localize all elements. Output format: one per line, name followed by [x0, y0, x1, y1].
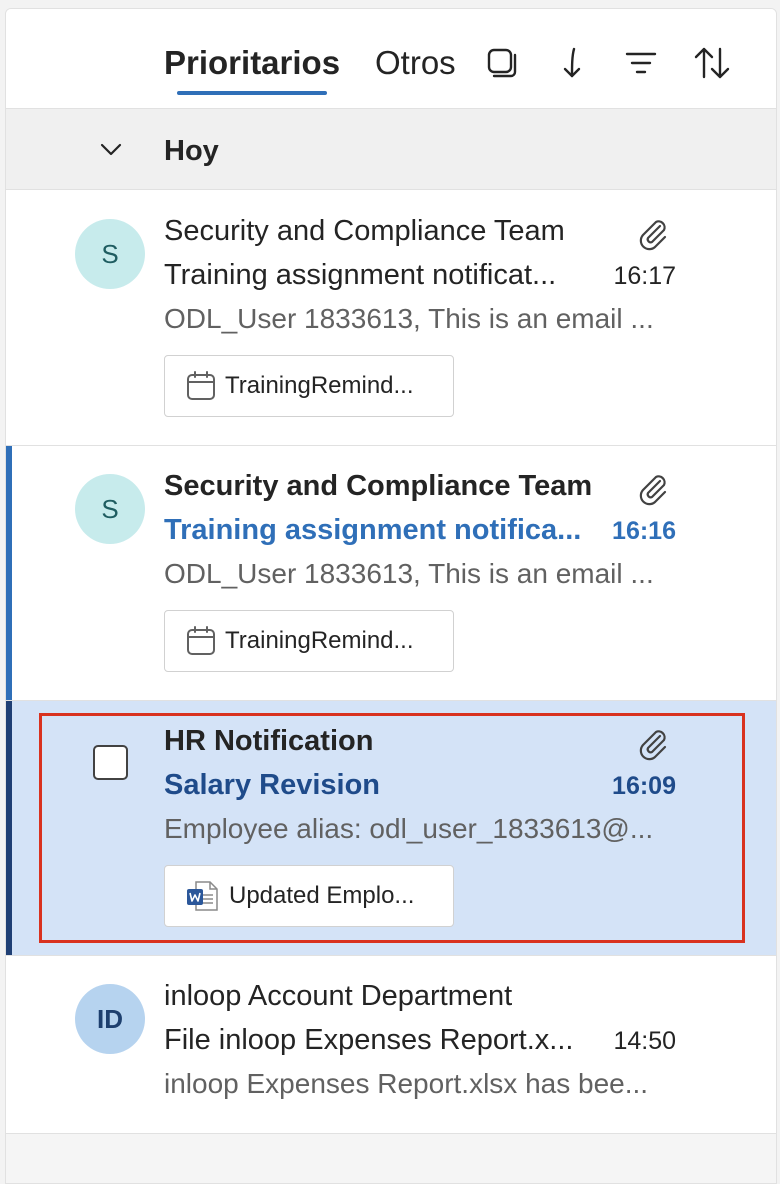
group-label: Hoy	[164, 135, 219, 167]
message-time: 16:09	[612, 772, 676, 800]
tab-focused-underline	[177, 91, 327, 95]
message-preview: ODL_User 1833613, This is an email ...	[164, 558, 654, 589]
avatar: ID	[75, 984, 145, 1054]
attachment-chip[interactable]: TrainingRemind...	[164, 355, 454, 417]
attachment-name: TrainingRemind...	[225, 627, 414, 654]
jump-down-icon[interactable]	[552, 43, 592, 83]
list-empty-area	[6, 1134, 776, 1183]
message-time: 16:16	[612, 517, 676, 545]
attachment-name: TrainingRemind...	[225, 372, 414, 399]
message-item[interactable]: S Security and Compliance Team Training …	[6, 446, 776, 701]
tab-focused[interactable]: Prioritarios	[164, 41, 340, 85]
selected-indicator	[6, 701, 12, 955]
message-preview: Employee alias: odl_user_1833613@...	[164, 813, 654, 844]
paperclip-icon	[639, 730, 667, 761]
avatar: S	[75, 474, 145, 544]
group-header-today[interactable]: Hoy	[6, 109, 776, 190]
select-checkbox[interactable]	[93, 745, 128, 780]
tab-other[interactable]: Otros	[375, 41, 456, 85]
message-time: 14:50	[613, 1027, 676, 1055]
message-list-header: Prioritarios Otros	[6, 9, 776, 109]
paperclip-icon	[639, 220, 667, 251]
calendar-icon	[187, 626, 215, 655]
message-sender: Security and Compliance Team	[164, 215, 565, 247]
avatar: S	[75, 219, 145, 289]
message-sender: Security and Compliance Team	[164, 470, 593, 502]
message-subject: Training assignment notificat...	[164, 259, 557, 291]
message-item[interactable]: S Security and Compliance Team Training …	[6, 191, 776, 446]
message-item-selected[interactable]: HR Notification Salary Revision 16:09 Em…	[6, 701, 776, 956]
filter-icon[interactable]	[621, 43, 661, 83]
message-time: 16:17	[613, 262, 676, 290]
calendar-icon	[187, 371, 215, 400]
message-preview: ODL_User 1833613, This is an email ...	[164, 303, 654, 334]
attachment-chip[interactable]: TrainingRemind...	[164, 610, 454, 672]
message-subject: Salary Revision	[164, 769, 380, 801]
attachment-name: Updated Emplo...	[229, 882, 415, 909]
message-subject: File inloop Expenses Report.x...	[164, 1024, 574, 1056]
message-sender: inloop Account Department	[164, 980, 513, 1012]
message-subject: Training assignment notifica...	[164, 514, 582, 546]
paperclip-icon	[639, 475, 667, 506]
unread-indicator	[6, 446, 12, 700]
message-item[interactable]: ID inloop Account Department File inloop…	[6, 956, 776, 1134]
chevron-down-icon[interactable]	[98, 137, 124, 163]
word-doc-icon	[187, 881, 218, 911]
message-preview: inloop Expenses Report.xlsx has bee...	[164, 1068, 649, 1099]
select-all-icon[interactable]	[482, 43, 522, 83]
message-sender: HR Notification	[164, 725, 374, 757]
attachment-chip[interactable]: Updated Emplo...	[164, 865, 454, 927]
sort-icon[interactable]	[692, 43, 732, 83]
message-list-panel: Prioritarios Otros Hoy S Security and Co…	[5, 8, 777, 1184]
